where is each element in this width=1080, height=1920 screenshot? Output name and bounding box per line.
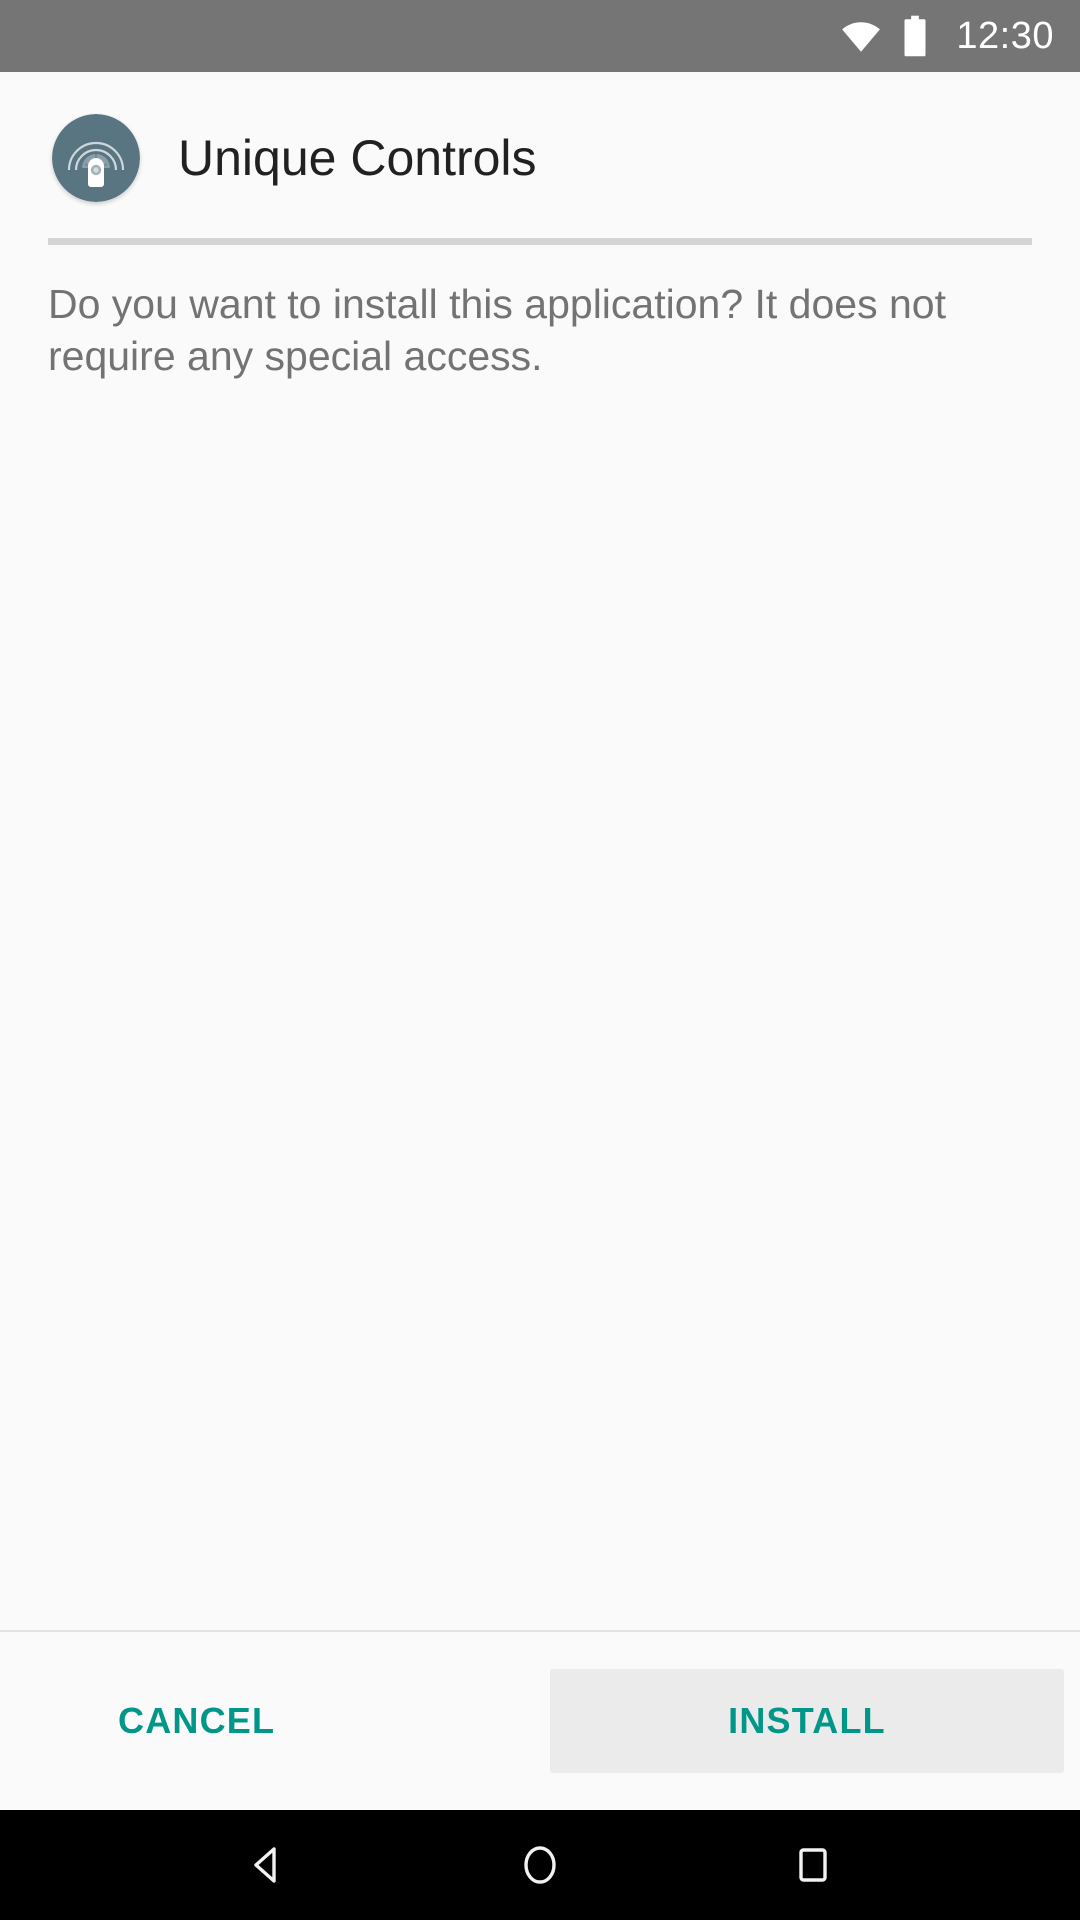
status-bar-icons: 12:30: [840, 15, 1054, 57]
app-icon-wrapper: [52, 114, 140, 202]
system-navigation-bar: [0, 1810, 1080, 1920]
back-icon[interactable]: [222, 1820, 312, 1910]
header-divider-wrapper: [0, 202, 1080, 245]
header-divider: [48, 238, 1032, 245]
home-icon[interactable]: [495, 1820, 585, 1910]
broadcast-lock-icon: [52, 114, 140, 202]
install-button[interactable]: INSTALL: [550, 1669, 1064, 1773]
app-title: Unique Controls: [178, 130, 537, 186]
status-bar: 12:30: [0, 0, 1080, 72]
app-header: Unique Controls: [0, 72, 1080, 202]
status-bar-clock: 12:30: [956, 15, 1054, 57]
install-prompt-message: Do you want to install this application?…: [48, 281, 946, 379]
android-install-dialog-screen: 12:30 Unique Controls Do you want to ins…: [0, 0, 1080, 1920]
recents-icon[interactable]: [768, 1820, 858, 1910]
wifi-icon: [840, 15, 882, 57]
cancel-button[interactable]: CANCEL: [88, 1674, 305, 1768]
battery-icon: [902, 15, 928, 57]
action-button-bar: CANCEL INSTALL: [0, 1630, 1080, 1810]
